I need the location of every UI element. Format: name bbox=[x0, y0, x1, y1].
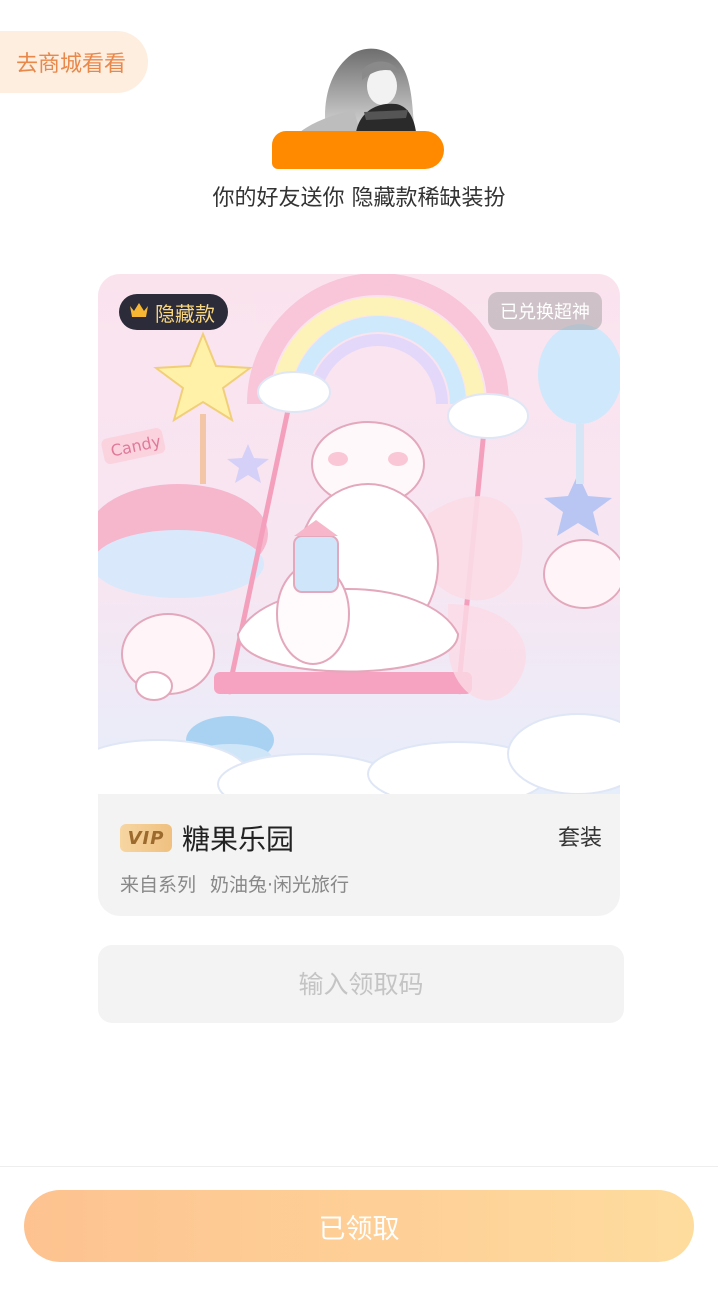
series-info: 来自系列 奶油兔·闲光旅行 bbox=[120, 870, 349, 897]
set-label[interactable]: 套装 bbox=[558, 820, 602, 852]
series-name: 奶油兔·闲光旅行 bbox=[210, 874, 350, 896]
product-info: VIP 糖果乐园 套装 来自系列 奶油兔·闲光旅行 bbox=[98, 794, 620, 916]
crown-icon bbox=[129, 300, 149, 324]
go-to-store-link[interactable]: 去商城看看 bbox=[0, 31, 148, 93]
gift-card: Candy 隐藏款 已兑换超神 VIP 糖果乐园 套装 来自系列 奶油兔·闲光旅… bbox=[98, 274, 620, 916]
redeemed-badge: 已兑换超神 bbox=[488, 292, 602, 330]
vip-badge: VIP bbox=[120, 824, 172, 852]
claim-code-input[interactable] bbox=[98, 945, 624, 1023]
candy-park-artwork: Candy bbox=[98, 274, 620, 794]
gift-message: 你的好友送你 隐藏款稀缺装扮 bbox=[212, 186, 506, 211]
product-title: 糖果乐园 bbox=[182, 823, 295, 856]
go-to-store-label: 去商城看看 bbox=[15, 52, 126, 77]
friend-name-redaction bbox=[272, 131, 444, 169]
series-prefix: 来自系列 bbox=[120, 874, 197, 896]
bottom-divider bbox=[0, 1166, 718, 1167]
hidden-edition-label: 隐藏款 bbox=[155, 301, 215, 326]
claimed-button[interactable]: 已领取 bbox=[24, 1190, 694, 1262]
friend-avatar bbox=[296, 40, 420, 132]
hidden-edition-tag: 隐藏款 bbox=[119, 294, 228, 330]
